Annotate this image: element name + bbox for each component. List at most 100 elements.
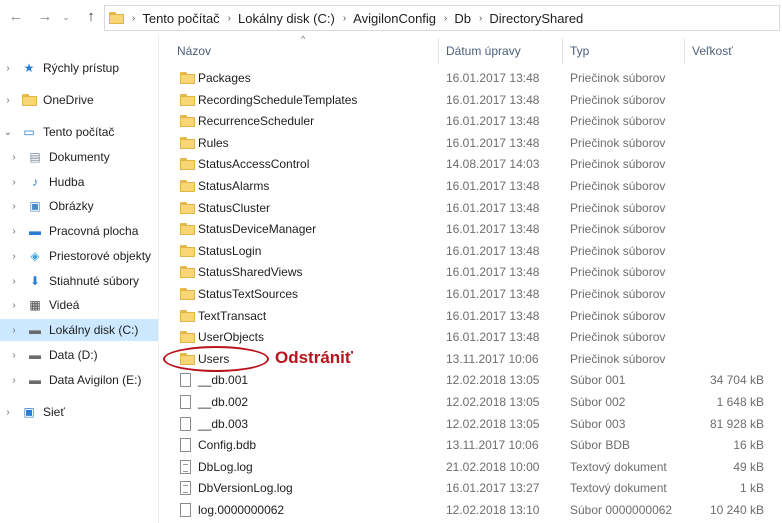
- file-size: 1 kB: [739, 481, 764, 496]
- chevron-right-icon[interactable]: ›: [3, 407, 13, 418]
- file-row[interactable]: DbLog.log 21.02.2018 10:00 Textový dokumen…: [166, 457, 782, 478]
- sidebar-item[interactable]: › ▬ Lokálny disk (C:): [0, 319, 158, 341]
- breadcrumb-item[interactable]: › AvigilonConfig: [335, 11, 436, 26]
- chevron-right-icon[interactable]: ›: [9, 325, 19, 336]
- file-row[interactable]: StatusAlarms 16.01.2017 13:48 Priečinok sú…: [166, 176, 782, 197]
- file-row[interactable]: StatusLogin 16.01.2017 13:48 Priečinok súb…: [166, 241, 782, 262]
- file-date: 16.01.2017 13:48: [446, 114, 540, 129]
- sidebar-item[interactable]: › ▣ Sieť: [0, 401, 158, 423]
- breadcrumb-chevron-icon[interactable]: ›: [444, 13, 447, 24]
- file-row[interactable]: Rules 16.01.2017 13:48 Priečinok súborov: [166, 133, 782, 154]
- chevron-right-icon[interactable]: ›: [3, 95, 13, 106]
- chevron-right-icon[interactable]: ›: [9, 276, 19, 287]
- chevron-right-icon[interactable]: ›: [9, 350, 19, 361]
- column-separator[interactable]: [562, 38, 563, 64]
- sidebar-item[interactable]: › ▦ Videá: [0, 294, 158, 316]
- chevron-right-icon[interactable]: ›: [9, 201, 19, 212]
- sidebar-item[interactable]: › ▬ Data Avigilon (E:): [0, 369, 158, 391]
- sidebar-item[interactable]: › ◈ Priestorové objekty: [0, 245, 158, 267]
- folder-icon: [180, 266, 195, 279]
- file-size: 10 240 kB: [709, 503, 764, 517]
- chevron-right-icon[interactable]: ›: [9, 226, 19, 237]
- file-row[interactable]: StatusTextSources 16.01.2017 13:48 Priečin…: [166, 284, 782, 305]
- file-row[interactable]: __db.002 12.02.2018 13:05 Súbor 002 1 648 k…: [166, 392, 782, 413]
- file-type: Súbor 003: [570, 416, 626, 431]
- file-name: __db.002: [198, 395, 249, 409]
- sidebar-item[interactable]: › ⬇ Stiahnuté súbory: [0, 270, 158, 292]
- chevron-right-icon[interactable]: ›: [9, 300, 19, 311]
- file-name: StatusTextSources: [198, 287, 299, 301]
- file-row[interactable]: log.0000000062 12.02.2018 13:10 Súbor 0000…: [166, 500, 782, 521]
- file-row[interactable]: StatusDeviceManager 16.01.2017 13:48 Prieč…: [166, 219, 782, 240]
- column-separator[interactable]: [438, 38, 439, 64]
- network-icon: ▣: [23, 405, 35, 419]
- drive-icon: ▬: [29, 348, 41, 362]
- sidebar-item[interactable]: › ▬ Pracovná plocha: [0, 220, 158, 242]
- column-date[interactable]: Dátum úpravy: [446, 44, 521, 58]
- file-row[interactable]: StatusAccessControl 14.08.2017 14:03 Prieč…: [166, 154, 782, 175]
- column-type[interactable]: Typ: [570, 44, 589, 58]
- sidebar-item-label: Pracovná plocha: [49, 224, 139, 238]
- breadcrumb-chevron-icon[interactable]: ›: [479, 13, 482, 24]
- column-name[interactable]: Názov: [177, 44, 211, 58]
- chevron-right-icon[interactable]: ›: [9, 251, 19, 262]
- column-size[interactable]: Veľkosť: [692, 44, 733, 58]
- sidebar-item[interactable]: › ▬ Data (D:): [0, 344, 158, 366]
- pane-divider: [158, 34, 159, 523]
- file-type: Priečinok súborov: [570, 179, 666, 193]
- chevron-right-icon[interactable]: ›: [9, 375, 19, 386]
- sidebar-item[interactable]: › ♪ Hudba: [0, 171, 158, 193]
- sidebar-item[interactable]: › OneDrive: [0, 89, 158, 111]
- breadcrumb-item[interactable]: › Tento počítač: [124, 11, 220, 26]
- sidebar-item[interactable]: › ★ Rýchly prístup: [0, 57, 158, 79]
- file-size: 34 704 kB: [709, 373, 764, 388]
- file-row[interactable]: RecordingScheduleTemplates 16.01.2017 13:…: [166, 90, 782, 111]
- file-row[interactable]: StatusSharedViews 16.01.2017 13:48 Priečin…: [166, 262, 782, 283]
- file-date: 16.01.2017 13:48: [446, 330, 540, 345]
- file-type: Priečinok súborov: [570, 222, 666, 237]
- sidebar-item[interactable]: › ▣ Obrázky: [0, 195, 158, 217]
- breadcrumb-chevron-icon[interactable]: ›: [343, 13, 346, 24]
- chevron-right-icon[interactable]: ›: [3, 63, 13, 74]
- star-icon: ★: [23, 61, 35, 75]
- file-row[interactable]: __db.001 12.02.2018 13:05 Súbor 001 34 704 …: [166, 370, 782, 391]
- file-type: Súbor 002: [570, 395, 626, 409]
- chevron-right-icon[interactable]: ›: [9, 152, 19, 163]
- forward-arrow-icon[interactable]: →: [34, 6, 56, 28]
- navigation-pane: › ★ Rýchly prístup › OneDrive ⌄ ▭ Tento počítač…: [0, 34, 158, 523]
- file-type: Priečinok súborov: [570, 265, 666, 280]
- sidebar-item-label: Videá: [49, 298, 80, 312]
- address-bar[interactable]: › Tento počítač › Lokálny disk (C:) › Avigilo…: [104, 5, 780, 31]
- sidebar-item[interactable]: ⌄ ▭ Tento počítač: [0, 121, 158, 143]
- folder-icon: [180, 244, 195, 257]
- back-arrow-icon[interactable]: ←: [5, 6, 27, 28]
- file-row[interactable]: Packages 16.01.2017 13:48 Priečinok súboro…: [166, 68, 782, 89]
- file-row[interactable]: Config.bdb 13.11.2017 10:06 Súbor BDB 16 kB: [166, 435, 782, 456]
- file-row[interactable]: TextTransact 16.01.2017 13:48 Priečinok sú…: [166, 306, 782, 327]
- file-row[interactable]: __db.003 12.02.2018 13:05 Súbor 003 81 928 …: [166, 414, 782, 435]
- file-icon: [180, 416, 191, 431]
- breadcrumb-item[interactable]: › Db: [436, 11, 471, 26]
- folder-icon: [180, 223, 195, 236]
- file-row[interactable]: StatusCluster 16.01.2017 13:48 Priečinok s…: [166, 198, 782, 219]
- breadcrumb-item[interactable]: › Lokálny disk (C:): [220, 11, 335, 26]
- file-type: Priečinok súborov: [570, 330, 666, 345]
- breadcrumb-chevron-icon[interactable]: ›: [132, 13, 135, 24]
- column-separator[interactable]: [684, 38, 685, 64]
- file-name: Rules: [198, 135, 229, 150]
- breadcrumb-chevron-icon[interactable]: ›: [228, 13, 231, 24]
- pictures-icon: ▣: [29, 199, 41, 213]
- recent-locations-chevron-icon[interactable]: ⌄: [58, 6, 74, 28]
- file-row[interactable]: UserObjects 16.01.2017 13:48 Priečinok súb…: [166, 327, 782, 348]
- video-icon: ▦: [29, 298, 41, 312]
- file-row[interactable]: RecurrenceScheduler 16.01.2017 13:48 Prieč…: [166, 111, 782, 132]
- file-date: 16.01.2017 13:48: [446, 179, 540, 193]
- folder-icon: [180, 115, 195, 128]
- up-arrow-icon[interactable]: ↑: [80, 6, 102, 28]
- sidebar-item[interactable]: › ▤ Dokumenty: [0, 146, 158, 168]
- file-row[interactable]: DbVersionLog.log 16.01.2017 13:27 Textový …: [166, 478, 782, 499]
- chevron-right-icon[interactable]: ›: [9, 177, 19, 188]
- breadcrumb-item[interactable]: › DirectoryShared: [471, 11, 583, 26]
- music-icon: ♪: [32, 175, 38, 189]
- chevron-down-icon[interactable]: ⌄: [3, 127, 13, 138]
